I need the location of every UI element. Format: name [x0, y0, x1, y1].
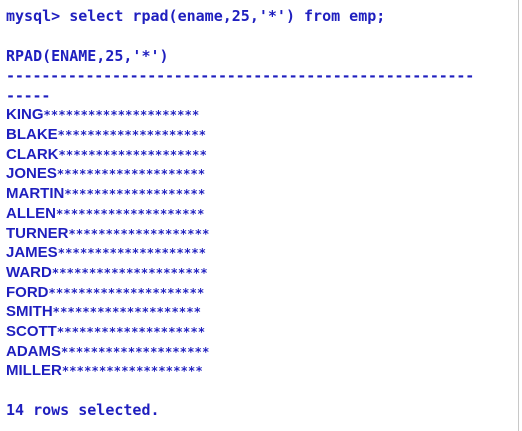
row-name: ALLEN — [6, 205, 56, 222]
row-padding: ******************** — [58, 148, 207, 162]
row-name: JAMES — [6, 244, 58, 261]
separator-line-continued: ----- — [6, 87, 51, 105]
table-row: ADAMS******************** — [6, 342, 210, 362]
row-name: SCOTT — [6, 323, 57, 340]
row-padding: ******************** — [52, 305, 202, 319]
table-row: MILLER******************* — [6, 361, 203, 381]
row-name: TURNER — [6, 225, 69, 242]
row-padding: ********************* — [48, 286, 205, 300]
table-row: BLAKE******************** — [6, 125, 206, 145]
table-row: SCOTT******************** — [6, 322, 205, 342]
row-name: KING — [6, 106, 44, 123]
table-row: SMITH******************** — [6, 302, 201, 322]
table-row: JONES******************** — [6, 164, 205, 184]
row-name: FORD — [6, 284, 49, 301]
terminal-output: mysql> select rpad(ename,25,'*') from em… — [0, 0, 519, 431]
row-name: MILLER — [6, 362, 62, 379]
row-padding: ******************* — [61, 364, 203, 378]
table-row: WARD********************* — [6, 263, 208, 283]
table-row: TURNER******************* — [6, 224, 210, 244]
table-row: MARTIN******************* — [6, 184, 205, 204]
column-header: RPAD(ENAME,25,'*') — [6, 47, 169, 65]
row-padding: ******************** — [56, 207, 205, 221]
table-row: CLARK******************** — [6, 145, 207, 165]
row-padding: ******************** — [56, 167, 206, 181]
table-row: ALLEN******************** — [6, 204, 205, 224]
command-line: mysql> select rpad(ename,25,'*') from em… — [6, 7, 386, 25]
separator-line: ----------------------------------------… — [6, 67, 475, 85]
row-padding: ******************* — [68, 227, 210, 241]
table-row: KING********************* — [6, 105, 199, 125]
row-padding: ********************* — [43, 108, 200, 122]
row-padding: ******************** — [61, 345, 210, 359]
row-name: SMITH — [6, 303, 53, 320]
row-name: JONES — [6, 165, 57, 182]
row-name: MARTIN — [6, 185, 65, 202]
row-padding: ******************** — [56, 325, 206, 339]
row-name: WARD — [6, 264, 52, 281]
rows-selected-footer: 14 rows selected. — [6, 401, 160, 419]
row-name: BLAKE — [6, 126, 58, 143]
row-padding: ******************** — [57, 128, 207, 142]
row-name: CLARK — [6, 146, 59, 163]
table-row: FORD********************* — [6, 283, 204, 303]
table-row: JAMES******************** — [6, 243, 206, 263]
row-padding: ******************* — [64, 187, 206, 201]
row-padding: ********************* — [51, 266, 208, 280]
row-name: ADAMS — [6, 343, 61, 360]
row-padding: ******************** — [57, 246, 207, 260]
